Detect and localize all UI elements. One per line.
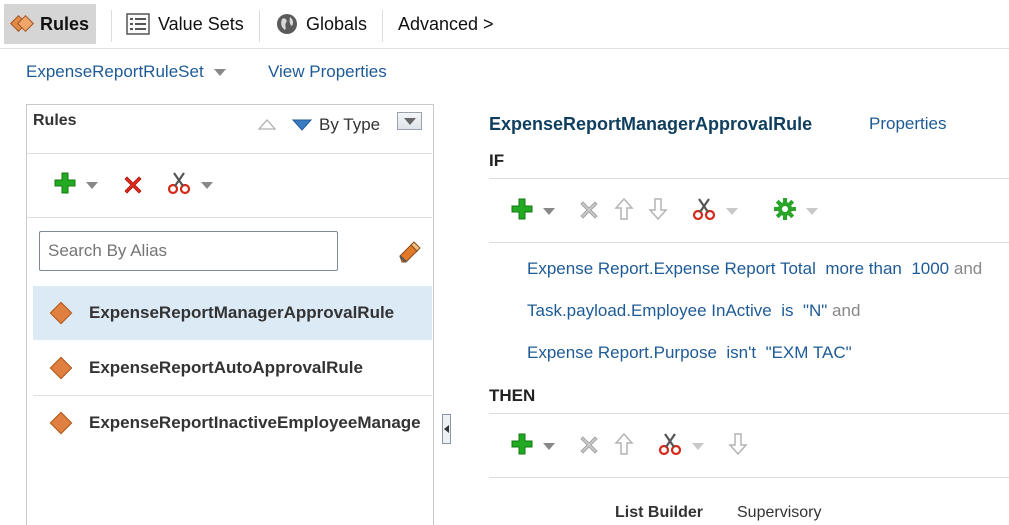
- move-down-arrow-icon[interactable]: [728, 432, 748, 456]
- rule-list-item[interactable]: ExpenseReportManagerApprovalRule: [33, 286, 432, 340]
- add-rule-chevron-icon[interactable]: [86, 182, 98, 189]
- add-action-plus-icon[interactable]: [510, 432, 534, 456]
- top-tab-bar: Rules Value Sets Globals Advanced >: [0, 0, 1009, 49]
- delete-condition-icon[interactable]: [578, 199, 600, 221]
- rule-diamond-icon: [49, 411, 73, 435]
- rule-properties-link[interactable]: Properties: [869, 114, 946, 134]
- tab-rules[interactable]: Rules: [4, 4, 96, 44]
- sort-ascending-icon[interactable]: [258, 118, 276, 130]
- clear-search-eraser-icon[interactable]: [396, 238, 422, 264]
- chevron-down-icon: [214, 69, 227, 77]
- sort-options-dropdown[interactable]: [397, 112, 422, 130]
- delete-action-icon[interactable]: [578, 434, 600, 456]
- tab-globals[interactable]: Globals: [276, 4, 367, 44]
- condition-row[interactable]: Expense Report.Expense Report Total more…: [527, 259, 982, 279]
- condition-left-operand[interactable]: Task.payload.Employee InActive: [527, 301, 772, 320]
- cut-chevron-icon[interactable]: [201, 182, 213, 189]
- tab-globals-label: Globals: [306, 13, 368, 34]
- gear-settings-icon[interactable]: [773, 197, 797, 221]
- sort-by-type-label: By Type: [319, 115, 381, 134]
- action-field-label: List Builder: [615, 504, 704, 521]
- cut-scissors-icon[interactable]: [167, 171, 191, 195]
- condition-row[interactable]: Expense Report.Purpose isn't "EXM TAC": [527, 343, 852, 363]
- then-label: THEN: [489, 386, 536, 405]
- move-up-arrow-icon[interactable]: [614, 432, 634, 456]
- cut-chevron-icon[interactable]: [692, 443, 704, 450]
- value-sets-list-icon: [126, 13, 150, 35]
- chevron-left-icon: [444, 425, 449, 433]
- ruleset-selector[interactable]: ExpenseReportRuleSet: [26, 62, 227, 82]
- collapse-panel-splitter[interactable]: [442, 414, 451, 444]
- view-properties-link[interactable]: View Properties: [268, 62, 387, 82]
- rule-diamond-icon: [49, 301, 73, 325]
- rule-detail-title: ExpenseReportManagerApprovalRule: [489, 114, 813, 134]
- rule-name: ExpenseReportInactiveEmployeeManage: [89, 413, 421, 432]
- tab-advanced-label: Advanced >: [398, 13, 494, 34]
- condition-right-operand[interactable]: "N": [803, 301, 827, 320]
- condition-left-operand[interactable]: Expense Report.Purpose: [527, 343, 717, 362]
- rule-list-item[interactable]: ExpenseReportAutoApprovalRule: [33, 341, 432, 395]
- move-down-arrow-icon[interactable]: [648, 197, 668, 221]
- cut-scissors-icon[interactable]: [692, 197, 716, 221]
- rule-list-item[interactable]: ExpenseReportInactiveEmployeeManage: [33, 396, 432, 450]
- action-field-value[interactable]: Supervisory: [737, 504, 821, 522]
- add-action-chevron-icon[interactable]: [543, 443, 555, 450]
- tab-rules-label: Rules: [40, 13, 90, 34]
- if-label: IF: [489, 151, 505, 170]
- add-condition-plus-icon[interactable]: [510, 197, 534, 221]
- sort-descending-icon[interactable]: [292, 119, 312, 131]
- rule-diamond-icon: [49, 356, 73, 380]
- condition-right-operand[interactable]: 1000: [911, 259, 949, 278]
- tab-value-sets-label: Value Sets: [158, 13, 244, 34]
- condition-conjunction[interactable]: and: [832, 301, 860, 320]
- tab-value-sets[interactable]: Value Sets: [126, 4, 244, 44]
- chevron-down-icon: [403, 117, 416, 125]
- ruleset-name: ExpenseReportRuleSet: [26, 62, 204, 81]
- add-rule-plus-icon[interactable]: [53, 171, 77, 195]
- globe-icon: [277, 14, 297, 34]
- tab-advanced[interactable]: Advanced >: [398, 4, 494, 44]
- add-condition-chevron-icon[interactable]: [543, 208, 555, 215]
- rules-diamond-icon: [10, 15, 34, 32]
- condition-operator[interactable]: more than: [825, 259, 902, 278]
- rule-name: ExpenseReportManagerApprovalRule: [89, 303, 395, 322]
- search-by-alias-input[interactable]: [39, 231, 338, 271]
- cut-scissors-icon[interactable]: [658, 432, 682, 456]
- condition-row[interactable]: Task.payload.Employee InActive is "N" an…: [527, 301, 860, 321]
- condition-operator[interactable]: is: [781, 301, 793, 320]
- condition-left-operand[interactable]: Expense Report.Expense Report Total: [527, 259, 816, 278]
- condition-conjunction[interactable]: and: [954, 259, 982, 278]
- rule-name: ExpenseReportAutoApprovalRule: [89, 358, 363, 377]
- gear-chevron-icon[interactable]: [806, 208, 818, 215]
- move-up-arrow-icon[interactable]: [614, 197, 634, 221]
- rules-panel-title: Rules: [33, 112, 77, 129]
- condition-operator[interactable]: isn't: [726, 343, 756, 362]
- delete-rule-icon[interactable]: [122, 174, 144, 196]
- condition-right-operand[interactable]: "EXM TAC": [766, 343, 852, 362]
- cut-chevron-icon[interactable]: [726, 208, 738, 215]
